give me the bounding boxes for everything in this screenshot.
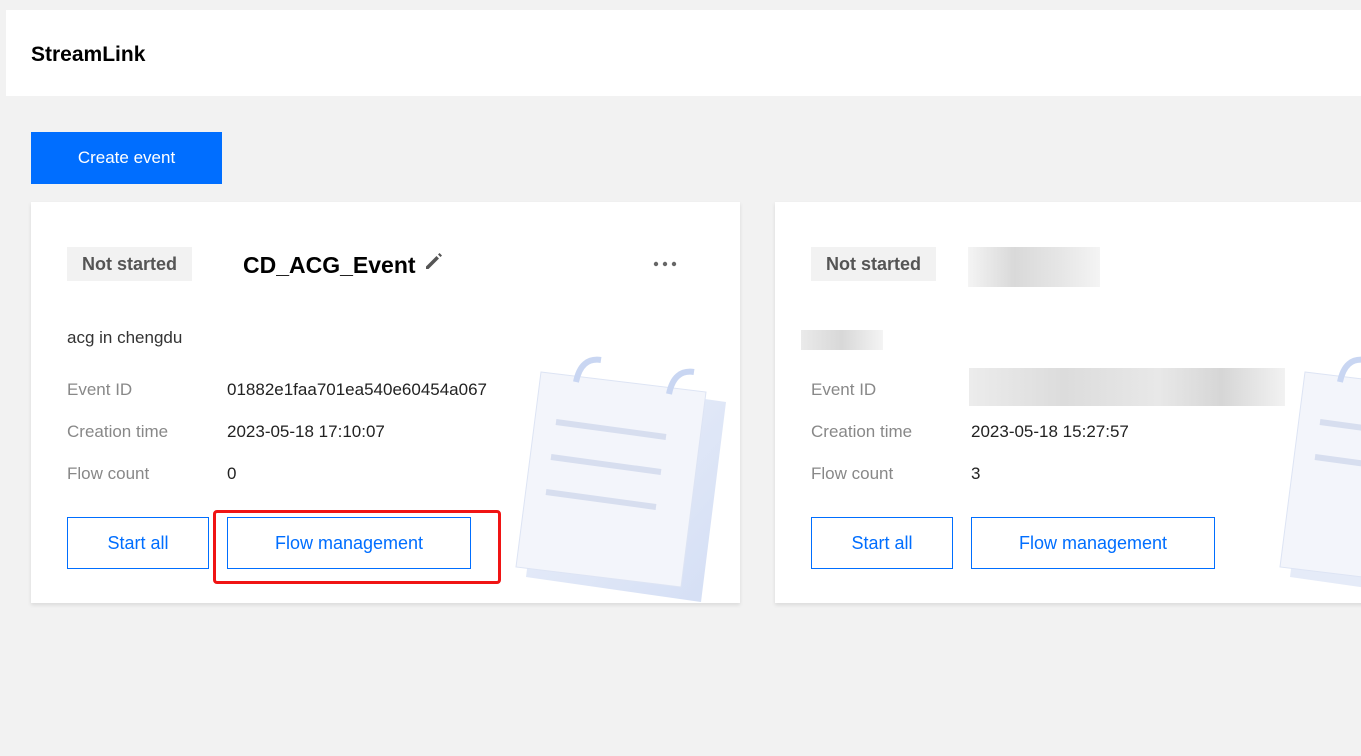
- start-all-button[interactable]: Start all: [67, 517, 209, 569]
- creation-time-label: Creation time: [67, 422, 169, 441]
- creation-time-value: 2023-05-18 15:27:57: [971, 422, 1129, 441]
- pencil-icon[interactable]: [422, 249, 446, 273]
- event-description: acg in chengdu: [67, 328, 183, 347]
- flow-count-label: Flow count: [811, 464, 894, 483]
- redacted-event-id: [969, 368, 1285, 406]
- flow-management-button[interactable]: Flow management: [971, 517, 1215, 569]
- start-all-button[interactable]: Start all: [811, 517, 953, 569]
- redacted-description: [801, 330, 883, 350]
- event-id-value: 01882e1faa701ea540e60454a067: [227, 380, 487, 399]
- flow-management-button[interactable]: Flow management: [227, 517, 471, 569]
- app-title: StreamLink: [31, 43, 146, 66]
- status-badge: Not started: [67, 247, 193, 281]
- status-badge: Not started: [811, 247, 937, 281]
- event-id-label: Event ID: [67, 380, 133, 399]
- flow-count-label: Flow count: [67, 464, 150, 483]
- creation-time-value: 2023-05-18 17:10:07: [227, 422, 385, 441]
- flow-count-value: 0: [227, 464, 237, 483]
- redacted-title: [968, 247, 1100, 287]
- ellipsis-icon[interactable]: [648, 254, 682, 274]
- top-header: StreamLink: [6, 10, 1361, 96]
- flow-count-value: 3: [971, 464, 981, 483]
- event-card: Not started Event ID Creation time 2023-…: [775, 202, 1361, 603]
- event-card: Not started CD_ACG_Event acg in chengdu …: [31, 202, 740, 603]
- event-title: CD_ACG_Event: [243, 252, 416, 278]
- calendar-illustration-icon: [515, 356, 726, 602]
- event-id-label: Event ID: [811, 380, 877, 399]
- creation-time-label: Creation time: [811, 422, 913, 441]
- create-event-button[interactable]: Create event: [31, 132, 222, 184]
